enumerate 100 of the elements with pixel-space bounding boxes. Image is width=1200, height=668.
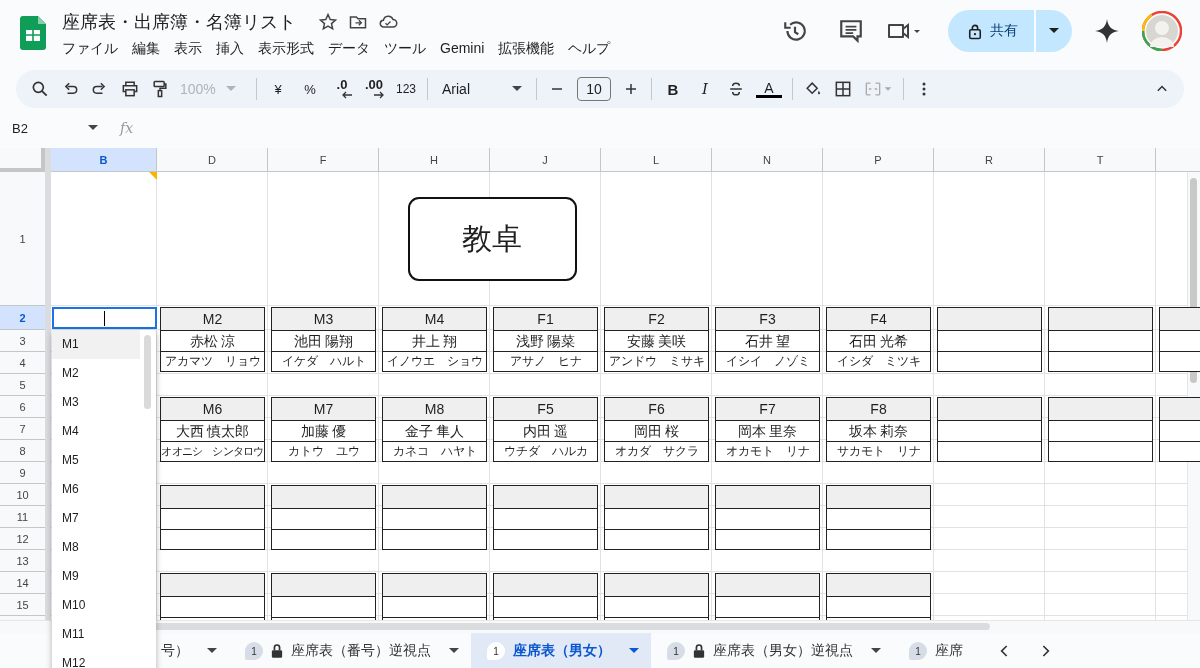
- caret-icon[interactable]: [512, 86, 522, 92]
- menu-item[interactable]: 挿入: [216, 40, 244, 58]
- decrease-decimals-button[interactable]: .0: [331, 79, 353, 99]
- menu-item[interactable]: ツール: [384, 40, 426, 58]
- row-header[interactable]: 15: [0, 594, 45, 616]
- dropdown-option[interactable]: M6: [52, 475, 140, 504]
- row-header[interactable]: 4: [0, 352, 45, 374]
- row-header[interactable]: 11: [0, 506, 45, 528]
- row-header[interactable]: 10: [0, 484, 45, 506]
- lock-icon: [693, 643, 705, 659]
- row-header[interactable]: 3: [0, 330, 45, 352]
- row-header[interactable]: 1: [0, 172, 45, 306]
- row-header[interactable]: 14: [0, 572, 45, 594]
- dropdown-option[interactable]: M3: [52, 388, 140, 417]
- column-header[interactable]: F: [268, 148, 379, 172]
- dropdown-option[interactable]: M8: [52, 533, 140, 562]
- student-name: 池田 陽翔: [272, 331, 375, 352]
- student-kana: アサノ ヒナ: [508, 353, 583, 370]
- menu-item[interactable]: 拡張機能: [498, 40, 555, 58]
- seat-number: F8: [827, 398, 930, 421]
- history-icon[interactable]: [782, 18, 808, 44]
- dropdown-option[interactable]: M4: [52, 417, 140, 446]
- document-title[interactable]: 座席表・出席簿・名簿リスト: [62, 10, 296, 34]
- column-header[interactable]: P: [823, 148, 934, 172]
- name-box[interactable]: B2: [12, 120, 98, 136]
- menu-item[interactable]: ヘルプ: [568, 40, 611, 58]
- increase-decimals-button[interactable]: .00: [363, 79, 385, 99]
- seat-number: M3: [272, 308, 375, 331]
- sparkle-icon[interactable]: [1094, 18, 1120, 44]
- avatar[interactable]: [1142, 11, 1182, 51]
- dropdown-option[interactable]: M9: [52, 562, 140, 591]
- dropdown-option[interactable]: M1: [52, 330, 140, 359]
- column-header[interactable]: N: [712, 148, 823, 172]
- bold-button[interactable]: B: [662, 80, 684, 98]
- dropdown-option[interactable]: M5: [52, 446, 140, 475]
- row-header[interactable]: 7: [0, 418, 45, 440]
- caret-icon[interactable]: [1049, 28, 1059, 34]
- text-color-button[interactable]: A: [756, 80, 782, 98]
- dropdown-option[interactable]: M12: [52, 649, 140, 668]
- column-header[interactable]: B: [51, 148, 157, 172]
- dropdown-option[interactable]: M2: [52, 359, 140, 388]
- menu-item[interactable]: ファイル: [62, 40, 118, 58]
- column-header[interactable]: R: [934, 148, 1045, 172]
- student-name: 井上 翔: [383, 331, 486, 352]
- column-header[interactable]: L: [601, 148, 712, 172]
- dropdown-option[interactable]: M11: [52, 620, 140, 649]
- number-format-button[interactable]: 123: [395, 82, 417, 96]
- active-cell[interactable]: [52, 307, 157, 329]
- row-header[interactable]: 2: [0, 306, 45, 330]
- menu-item[interactable]: 表示形式: [258, 40, 314, 58]
- student-kana: イケダ ハルト: [280, 353, 367, 370]
- percent-button[interactable]: %: [299, 81, 321, 97]
- sheet-tab[interactable]: 1 座席表（男女）逆視点: [651, 633, 893, 668]
- italic-button[interactable]: I: [694, 80, 716, 98]
- comment-icon[interactable]: [838, 18, 864, 44]
- row-header[interactable]: 12: [0, 528, 45, 550]
- column-header[interactable]: H: [379, 148, 490, 172]
- sheet-tab[interactable]: 1 座席表（男女）: [471, 633, 651, 668]
- sheet-tab[interactable]: 1 座席表（番号）逆視点: [229, 633, 471, 668]
- share-button[interactable]: 共有: [948, 10, 1034, 52]
- student-kana: サカモト リナ: [835, 443, 922, 460]
- student-kana: オオニシ シンタロウ: [161, 444, 264, 459]
- column-header[interactable]: T: [1045, 148, 1156, 172]
- caret-icon[interactable]: [871, 648, 881, 654]
- sheet-tab[interactable]: 号）: [157, 633, 229, 668]
- menu-item[interactable]: 編集: [132, 40, 160, 58]
- menu-item[interactable]: データ: [328, 40, 370, 58]
- lock-icon: [968, 22, 982, 40]
- student-kana: イノウエ ショウ: [385, 353, 484, 370]
- menu-item[interactable]: 表示: [174, 40, 202, 58]
- row-header[interactable]: 5: [0, 374, 45, 396]
- dropdown-scrollbar[interactable]: [144, 335, 151, 409]
- star-icon[interactable]: [318, 12, 338, 32]
- seat-number: F1: [494, 308, 597, 331]
- print-icon[interactable]: [120, 79, 140, 99]
- row-header[interactable]: 8: [0, 440, 45, 462]
- dropdown-option[interactable]: M7: [52, 504, 140, 533]
- paint-roller-icon[interactable]: [150, 79, 170, 99]
- sheet-tab[interactable]: 1 座席: [893, 633, 975, 668]
- row-header[interactable]: 13: [0, 550, 45, 572]
- seat-number: F2: [605, 308, 708, 331]
- sheets-logo-icon[interactable]: [20, 16, 46, 50]
- row-header[interactable]: 6: [0, 396, 45, 418]
- caret-icon[interactable]: [88, 125, 98, 131]
- font-size-field[interactable]: 10: [577, 77, 611, 101]
- row-header[interactable]: 9: [0, 462, 45, 484]
- column-header[interactable]: D: [157, 148, 268, 172]
- currency-button[interactable]: ¥: [267, 81, 289, 97]
- seat-number: M4: [383, 308, 486, 331]
- student-name: 赤松 涼: [161, 331, 264, 352]
- menu-item[interactable]: Gemini: [440, 40, 485, 58]
- seat-number: M2: [161, 308, 264, 331]
- font-select[interactable]: Arial: [438, 81, 526, 97]
- caret-icon[interactable]: [449, 648, 459, 654]
- caret-icon[interactable]: [207, 648, 217, 654]
- column-header[interactable]: J: [490, 148, 601, 172]
- dropdown-option[interactable]: M10: [52, 591, 140, 620]
- count-badge: 1: [909, 642, 927, 660]
- search-icon[interactable]: [30, 79, 50, 99]
- borders-icon[interactable]: [833, 79, 853, 99]
